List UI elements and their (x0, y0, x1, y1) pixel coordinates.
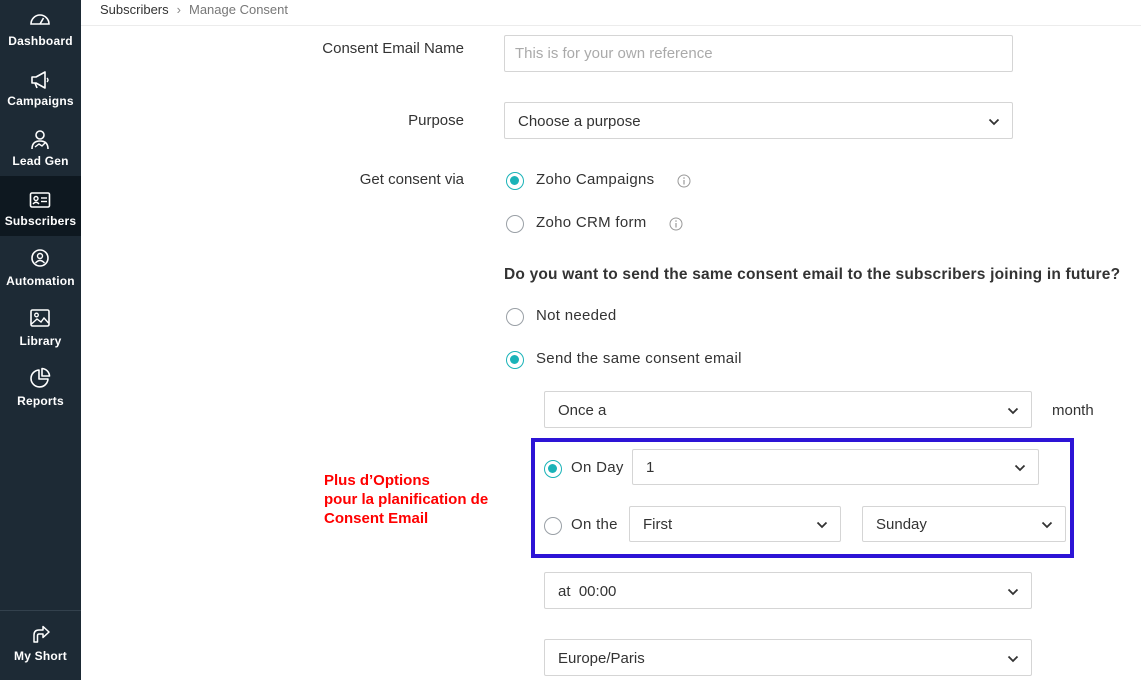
timezone-select-value: Europe/Paris (558, 650, 645, 667)
purpose-label: Purpose (408, 112, 464, 129)
chevron-down-icon (1007, 588, 1019, 595)
annotation-line: Consent Email (324, 510, 429, 527)
on-day-radio[interactable] (544, 460, 562, 478)
future-subscribers-question: Do you want to send the same consent ema… (504, 266, 1121, 283)
day-of-month-select[interactable]: 1 (632, 449, 1039, 485)
lead-gen-icon (31, 130, 49, 150)
sidebar-item-label: Automation (6, 274, 75, 288)
frequency-select[interactable]: Once a (544, 391, 1032, 428)
get-consent-via-label: Get consent via (359, 171, 464, 188)
sidebar-item-label: Dashboard (8, 34, 73, 48)
dashboard-icon (30, 14, 50, 25)
week-ordinal-value: First (643, 516, 673, 533)
frequency-select-value: Once a (558, 402, 607, 419)
time-select-value: at 00:00 (558, 583, 617, 600)
send-same-consent-radio[interactable] (506, 351, 524, 369)
annotation-line: Plus d’Options (324, 472, 430, 489)
consent-email-name-label: Consent Email Name (322, 40, 464, 57)
frequency-unit-label: month (1052, 402, 1094, 419)
sidebar-item-label: Library (19, 334, 62, 348)
sidebar: Dashboard Campaigns Lead Gen Subscribers (0, 0, 81, 680)
megaphone-icon (31, 71, 49, 89)
time-select[interactable]: at 00:00 (544, 572, 1032, 609)
sidebar-item-automation[interactable]: Automation (0, 240, 81, 300)
purpose-select-value: Choose a purpose (518, 113, 641, 130)
breadcrumb: Subscribers › Manage Consent (100, 2, 288, 17)
info-icon[interactable] (677, 174, 691, 188)
weekday-select[interactable]: Sunday (862, 506, 1066, 542)
breadcrumb-subscribers-link[interactable]: Subscribers (100, 2, 169, 17)
sidebar-item-label: Subscribers (4, 214, 77, 228)
chevron-down-icon (988, 118, 1000, 125)
day-of-month-value: 1 (646, 459, 655, 476)
week-ordinal-select[interactable]: First (629, 506, 841, 542)
sidebar-item-lead-gen[interactable]: Lead Gen (0, 120, 81, 180)
image-icon (30, 309, 50, 327)
zoho-crm-form-label: Zoho CRM form (536, 214, 647, 231)
annotation-line: pour la planification de (324, 491, 489, 508)
zoho-crm-form-radio[interactable] (506, 215, 524, 233)
sidebar-item-library[interactable]: Library (0, 300, 81, 360)
send-same-consent-label: Send the same consent email (536, 350, 742, 367)
weekday-value: Sunday (876, 516, 927, 533)
id-card-icon (29, 192, 51, 208)
not-needed-radio[interactable] (506, 308, 524, 326)
breadcrumb-current: Manage Consent (188, 2, 288, 17)
annotation-note: Plus d’Options pour la planification de … (324, 471, 488, 528)
sidebar-item-label: Campaigns (7, 94, 74, 108)
pie-chart-icon (30, 367, 51, 388)
sidebar-item-reports[interactable]: Reports (0, 360, 81, 420)
chevron-down-icon (816, 521, 828, 529)
not-needed-label: Not needed (536, 307, 617, 324)
chevron-down-icon (1041, 521, 1053, 529)
on-the-radio[interactable] (544, 517, 562, 535)
on-day-label: On Day (571, 459, 624, 476)
timezone-select[interactable]: Europe/Paris (544, 639, 1032, 676)
sidebar-item-label: Lead Gen (12, 154, 69, 168)
breadcrumb-separator: › (176, 2, 181, 17)
header-divider (81, 25, 1141, 26)
sidebar-item-subscribers[interactable]: Subscribers (0, 176, 81, 236)
purpose-select[interactable]: Choose a purpose (504, 102, 1013, 139)
shortcut-icon (33, 625, 50, 643)
automation-icon (31, 249, 49, 267)
info-icon[interactable] (669, 217, 683, 231)
chevron-down-icon (1014, 464, 1026, 472)
sidebar-divider (0, 610, 81, 611)
on-the-label: On the (571, 516, 618, 533)
sidebar-item-label: Reports (17, 394, 64, 408)
zoho-campaigns-radio[interactable] (506, 172, 524, 190)
sidebar-item-my-short[interactable]: My Short (0, 614, 81, 674)
sidebar-item-dashboard[interactable]: Dashboard (0, 0, 81, 56)
sidebar-item-label: My Short (14, 649, 67, 663)
zoho-campaigns-label: Zoho Campaigns (536, 171, 655, 188)
chevron-down-icon (1007, 407, 1019, 414)
consent-email-name-input[interactable] (504, 35, 1013, 72)
sidebar-item-campaigns[interactable]: Campaigns (0, 60, 81, 120)
chevron-down-icon (1007, 655, 1019, 662)
